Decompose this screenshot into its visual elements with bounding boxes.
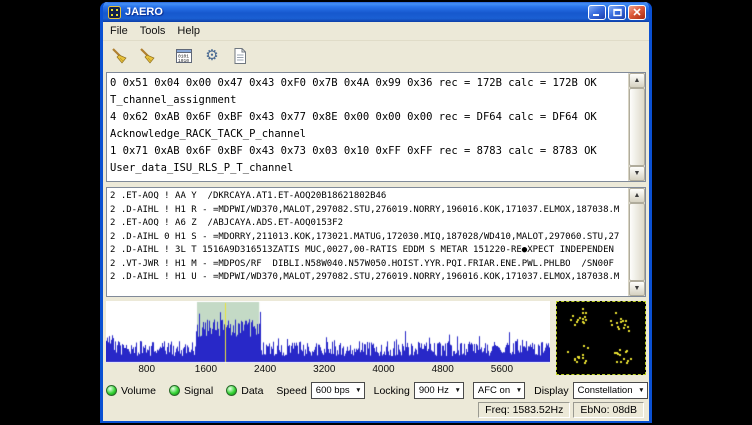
hex-log-line: T_channel_assignment	[110, 92, 625, 109]
display-value: Constellation	[578, 385, 633, 396]
scroll-track[interactable]	[629, 203, 645, 281]
spectrum-tick-label: 800	[138, 364, 155, 375]
spectrum-tick-label: 5600	[491, 364, 513, 375]
scroll-track[interactable]	[629, 88, 645, 166]
data-indicator: Data	[226, 385, 263, 397]
spectrum-plot[interactable]	[106, 301, 550, 363]
acars-log-line: 2 .ET-AOQ ! AA Y /DKRCAYA.AT1.ET-AOQ20B1…	[110, 190, 625, 204]
constellation-plot	[557, 302, 645, 374]
volume-indicator: Volume	[106, 385, 156, 397]
spectrum-tick-label: 2400	[254, 364, 276, 375]
display-combobox[interactable]: Constellation ▼	[573, 382, 648, 399]
visualization-row: 800 1600 2400 3200 4000 4800 5600	[106, 301, 646, 377]
titlebar[interactable]: JAERO	[103, 2, 649, 22]
speed-combobox[interactable]: 600 bps ▼	[311, 382, 365, 399]
scroll-down-button[interactable]: ▼	[629, 166, 645, 181]
menu-help[interactable]: Help	[171, 23, 206, 39]
chevron-down-icon: ▼	[638, 388, 644, 395]
chevron-down-icon: ▼	[355, 388, 361, 395]
acars-log-line: 2 .VT-JWR ! H1 M - =MDPOS/RF DIBLI.N58W0…	[110, 258, 625, 272]
log-file-icon	[231, 47, 249, 65]
bits-display-icon: 0101 1010	[175, 47, 193, 65]
volume-led	[106, 385, 117, 396]
jaero-window: JAERO File Tools Help	[100, 2, 652, 423]
hex-log-line: 1 0x71 0xAB 0x6F 0xBF 0x43 0x73 0x03 0x1…	[110, 143, 625, 160]
spectrum-tick-label: 4800	[432, 364, 454, 375]
clear-first-log-button[interactable]	[106, 43, 132, 68]
log-file-button[interactable]	[227, 43, 253, 68]
app-icon	[108, 6, 121, 19]
display-label: Display	[534, 385, 568, 397]
hex-log-line: 0 0x51 0x04 0x00 0x47 0x43 0xF0 0x7B 0x4…	[110, 75, 625, 92]
acars-log-scrollbar[interactable]: ▲ ▼	[628, 188, 645, 296]
locking-value: 900 Hz	[419, 385, 449, 396]
close-icon	[633, 8, 641, 16]
scroll-up-button[interactable]: ▲	[629, 188, 645, 203]
close-button[interactable]	[628, 5, 646, 20]
constellation-display	[556, 301, 646, 375]
data-label: Data	[241, 385, 263, 397]
spectrum-display[interactable]: 800 1600 2400 3200 4000 4800 5600	[106, 301, 550, 377]
afc-value: AFC on	[478, 385, 510, 396]
speed-value: 600 bps	[316, 385, 350, 396]
spectrum-tick-label: 3200	[313, 364, 335, 375]
hex-log-line: 4 0x62 0xAB 0x6F 0xBF 0x43 0x77 0x8E 0x0…	[110, 109, 625, 126]
speed-label: Speed	[276, 385, 306, 397]
acars-log-lines: 2 .ET-AOQ ! AA Y /DKRCAYA.AT1.ET-AOQ20B1…	[107, 188, 628, 296]
toolbar: 0101 1010 ⚙	[103, 41, 649, 70]
volume-label: Volume	[121, 385, 156, 397]
spectrum-axis: 800 1600 2400 3200 4000 4800 5600	[106, 363, 550, 377]
controls-row: Volume Signal Data Speed 600 bps ▼ Locki…	[106, 381, 646, 400]
hex-log-line: Acknowledge_RACK_TACK_P_channel	[110, 126, 625, 143]
clear-second-log-button[interactable]	[134, 43, 160, 68]
scroll-thumb[interactable]	[629, 88, 645, 166]
chevron-down-icon: ▼	[516, 388, 522, 395]
status-bar: Freq: 1583.52Hz EbNo: 08dB	[103, 400, 649, 421]
hex-log-scrollbar[interactable]: ▲ ▼	[628, 73, 645, 181]
acars-log-pane[interactable]: 2 .ET-AOQ ! AA Y /DKRCAYA.AT1.ET-AOQ20B1…	[106, 187, 646, 297]
acars-log-line: 2 .D-AIHL ! H1 R - =MDPWI/WD370,MALOT,29…	[110, 204, 625, 218]
settings-button[interactable]: ⚙	[199, 43, 225, 68]
acars-log-line: 2 .D-AIHL ! H1 U - =MDPWI/WD370,MALOT,29…	[110, 271, 625, 285]
settings-gear-icon: ⚙	[205, 48, 218, 63]
scroll-down-button[interactable]: ▼	[629, 281, 645, 296]
menu-file[interactable]: File	[104, 23, 134, 39]
hex-log-pane[interactable]: 0 0x51 0x04 0x00 0x47 0x43 0xF0 0x7B 0x4…	[106, 72, 646, 182]
spectrum-tick-label: 1600	[195, 364, 217, 375]
freq-status: Freq: 1583.52Hz	[478, 402, 570, 418]
menu-bar: File Tools Help	[103, 22, 649, 41]
locking-combobox[interactable]: 900 Hz ▼	[414, 382, 464, 399]
chevron-down-icon: ▼	[454, 388, 460, 395]
afc-combobox[interactable]: AFC on ▼	[473, 382, 525, 399]
spectrum-tick-label: 4000	[372, 364, 394, 375]
acars-log-line: 2 .D-AIHL ! 3L T 1516A9D316513ZATIS MUC,…	[110, 244, 625, 258]
bits-display-button[interactable]: 0101 1010	[171, 43, 197, 68]
svg-text:1010: 1010	[178, 57, 189, 63]
menu-tools[interactable]: Tools	[134, 23, 172, 39]
locking-label: Locking	[374, 385, 410, 397]
acars-log-line: 2 .ET-AOQ ! A6 Z /ABJCAYA.ADS.ET-AOQ0153…	[110, 217, 625, 231]
signal-led	[169, 385, 180, 396]
hex-log-line: User_data_ISU_RLS_P_T_channel	[110, 160, 625, 177]
maximize-button[interactable]	[608, 5, 626, 20]
signal-indicator: Signal	[169, 385, 213, 397]
data-led	[226, 385, 237, 396]
window-title: JAERO	[125, 2, 586, 22]
scroll-thumb[interactable]	[629, 203, 645, 281]
ebno-status: EbNo: 08dB	[573, 402, 644, 418]
acars-log-line: 2 .D-AIHL 0 H1 S - =MDORRY,211013.KOK,17…	[110, 231, 625, 245]
maximize-icon	[613, 8, 622, 17]
clear-first-log-brush-icon	[110, 47, 128, 65]
hex-log-lines: 0 0x51 0x04 0x00 0x47 0x43 0xF0 0x7B 0x4…	[107, 73, 628, 181]
minimize-icon	[593, 8, 601, 17]
main-content: 0 0x51 0x04 0x00 0x47 0x43 0xF0 0x7B 0x4…	[103, 70, 649, 400]
minimize-button[interactable]	[588, 5, 606, 20]
signal-label: Signal	[184, 385, 213, 397]
clear-second-log-brush-icon	[138, 47, 156, 65]
scroll-up-button[interactable]: ▲	[629, 73, 645, 88]
